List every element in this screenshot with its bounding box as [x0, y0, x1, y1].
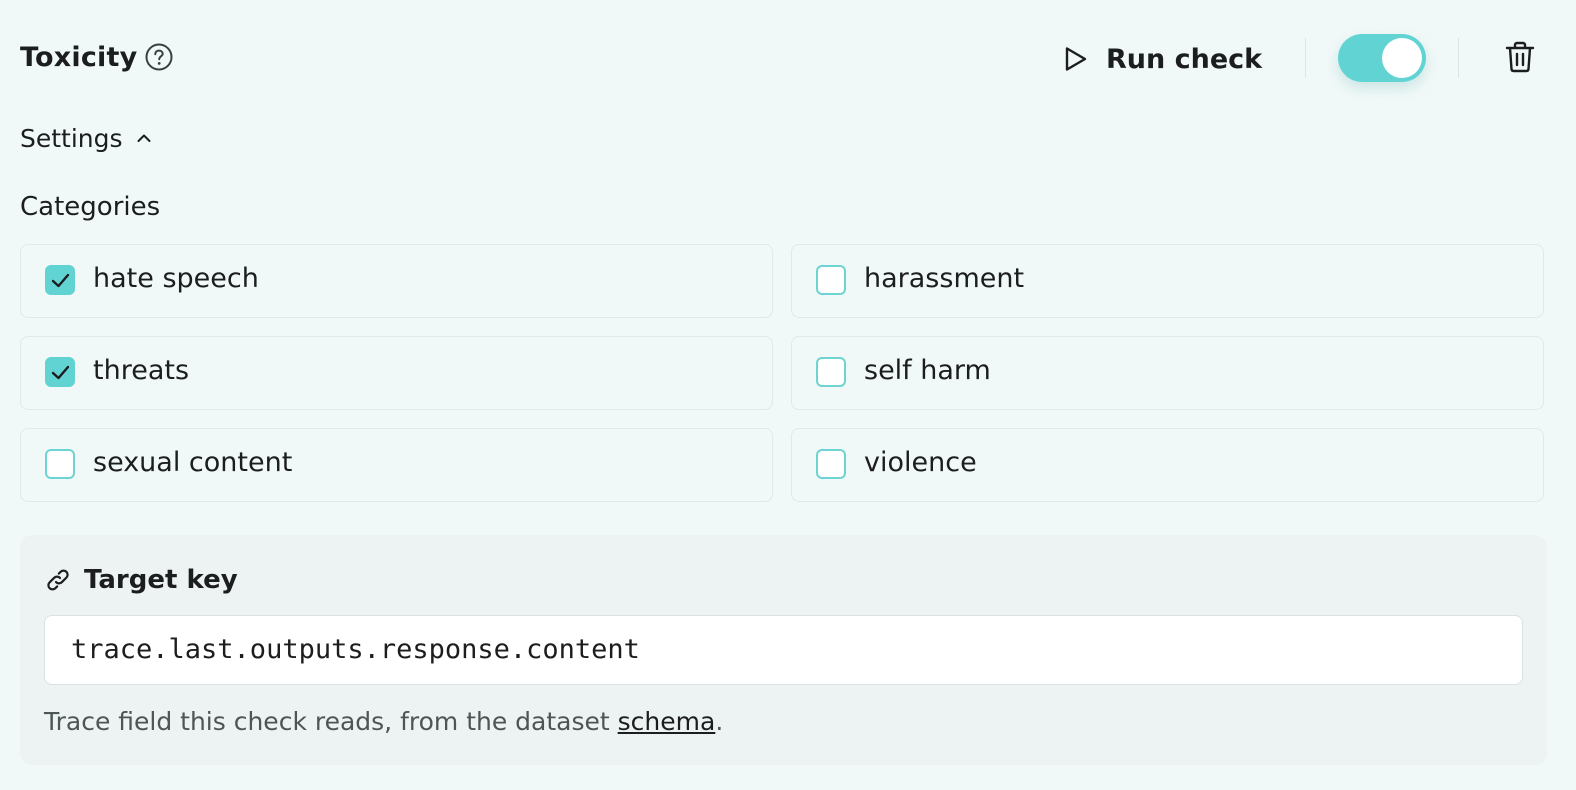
- category-label: violence: [864, 447, 977, 478]
- categories-heading: Categories: [20, 192, 161, 222]
- category-label: sexual content: [93, 447, 293, 478]
- divider: [1305, 38, 1306, 78]
- divider: [1458, 38, 1459, 78]
- category-checkbox[interactable]: [816, 449, 846, 479]
- category-option[interactable]: violence: [791, 428, 1544, 502]
- category-option[interactable]: harassment: [791, 244, 1544, 318]
- category-checkbox[interactable]: [45, 265, 75, 295]
- category-option[interactable]: sexual content: [20, 428, 773, 502]
- category-label: threats: [93, 355, 190, 386]
- settings-label: Settings: [20, 123, 123, 153]
- target-key-label: Target key: [84, 565, 238, 595]
- settings-toggle[interactable]: Settings: [20, 120, 153, 156]
- category-label: self harm: [864, 355, 991, 386]
- help-text: Trace field this check reads, from the d…: [44, 707, 618, 736]
- play-icon: [1065, 47, 1087, 71]
- category-label: harassment: [864, 263, 1025, 294]
- link-icon: [47, 569, 69, 591]
- target-key-heading: Target key: [44, 563, 238, 597]
- run-check-button[interactable]: Run check: [1060, 36, 1262, 82]
- category-checkbox[interactable]: [816, 357, 846, 387]
- schema-link[interactable]: schema: [618, 707, 716, 736]
- chevron-up-icon: [137, 134, 151, 142]
- target-key-input[interactable]: trace.last.outputs.response.content: [44, 615, 1523, 685]
- target-key-panel: Target key trace.last.outputs.response.c…: [20, 535, 1547, 765]
- category-option[interactable]: self harm: [791, 336, 1544, 410]
- checkmark-icon: [51, 273, 70, 288]
- enable-toggle[interactable]: [1338, 34, 1426, 82]
- category-checkbox[interactable]: [45, 449, 75, 479]
- category-option[interactable]: threats: [20, 336, 773, 410]
- run-check-label: Run check: [1106, 43, 1263, 75]
- category-checkbox[interactable]: [45, 357, 75, 387]
- help-circle-icon[interactable]: [144, 42, 174, 72]
- checkmark-icon: [51, 365, 70, 380]
- check-header: Toxicity Run check: [20, 34, 1556, 82]
- target-key-help: Trace field this check reads, from the d…: [44, 707, 723, 736]
- category-label: hate speech: [93, 263, 259, 294]
- toggle-knob: [1382, 38, 1422, 78]
- check-title: Toxicity: [20, 42, 138, 73]
- help-suffix: .: [715, 707, 724, 736]
- category-option[interactable]: hate speech: [20, 244, 773, 318]
- category-checkbox[interactable]: [816, 265, 846, 295]
- trash-icon[interactable]: [1504, 40, 1536, 74]
